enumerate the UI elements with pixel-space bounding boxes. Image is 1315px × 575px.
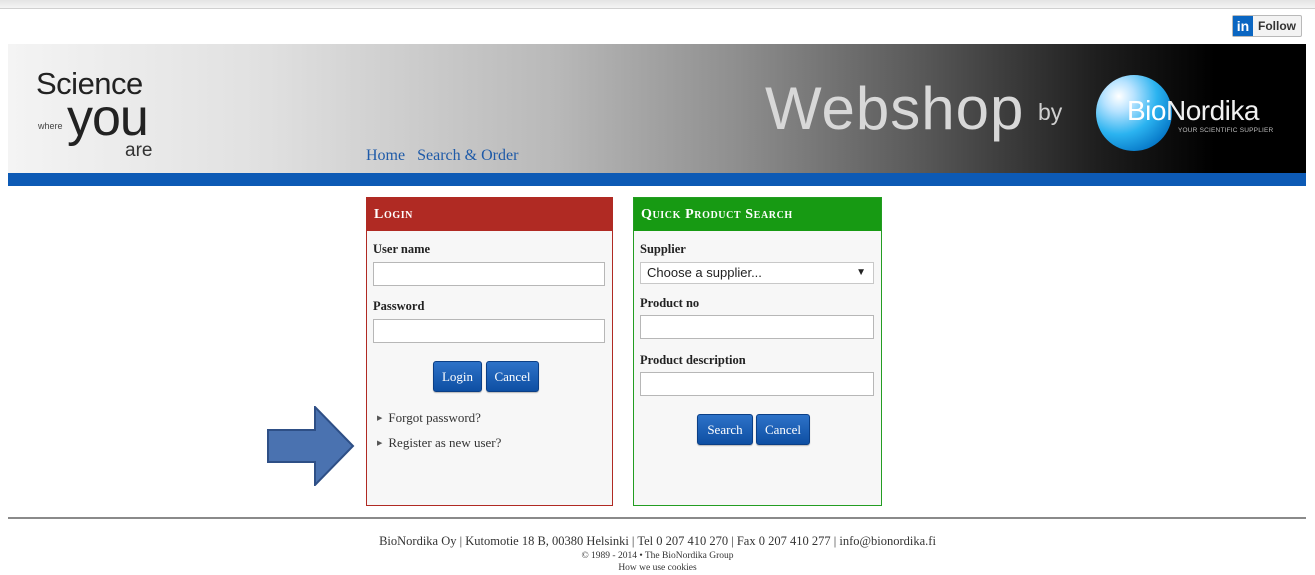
dropdown-arrow-icon: ▼	[856, 267, 866, 278]
product-no-label: Product no	[640, 296, 700, 310]
bullet-triangle-icon: ▶	[377, 414, 383, 422]
bullet-triangle-icon: ▶	[377, 439, 383, 447]
register-link[interactable]: ▶ Register as new user?	[377, 435, 501, 451]
header-accent-bar	[8, 173, 1306, 186]
forgot-password-link[interactable]: ▶ Forgot password?	[377, 410, 501, 426]
search-cancel-button[interactable]: Cancel	[756, 414, 810, 445]
tagline-you: you	[67, 89, 149, 147]
product-no-input[interactable]	[640, 315, 874, 339]
logo-nordika: Nordika	[1165, 95, 1259, 126]
footer-divider	[8, 517, 1306, 519]
by-text: by	[1038, 99, 1063, 125]
logo-bio: Bio	[1127, 95, 1166, 126]
footer-copyright: © 1989 - 2014 • The BioNordika Group	[581, 551, 734, 561]
quick-search-panel: Quick Product Search Supplier Choose a s…	[633, 197, 882, 506]
tagline-where: where	[38, 121, 63, 131]
register-text: Register as new user?	[388, 435, 502, 450]
password-label: Password	[373, 299, 425, 313]
main-nav: Home Search & Order	[366, 147, 518, 165]
login-panel: Login User name Password Login Cancel ▶ F…	[366, 197, 613, 506]
supplier-select[interactable]: Choose a supplier... ▼	[640, 262, 874, 284]
bionordika-logo-text: BioNordika	[1127, 95, 1259, 127]
login-panel-title: Login	[367, 198, 612, 231]
footer-contact: BioNordika Oy | Kutomotie 18 B, 00380 He…	[379, 534, 936, 548]
nav-search-order[interactable]: Search & Order	[417, 147, 518, 165]
webshop-title: Webshop	[765, 75, 1025, 142]
login-links: ▶ Forgot password? ▶ Register as new user?	[377, 410, 501, 460]
logo-tagline: YOUR SCIENTIFIC SUPPLIER	[1178, 127, 1274, 134]
product-description-label: Product description	[640, 353, 746, 367]
username-label: User name	[373, 242, 431, 256]
login-button[interactable]: Login	[433, 361, 482, 392]
quick-search-title: Quick Product Search	[634, 198, 881, 231]
supplier-selected-value: Choose a supplier...	[647, 265, 762, 280]
forgot-password-text: Forgot password?	[388, 410, 481, 425]
nav-home[interactable]: Home	[366, 147, 405, 165]
linkedin-icon: in	[1233, 16, 1253, 36]
right-arrow-icon	[267, 406, 355, 486]
product-description-input[interactable]	[640, 372, 874, 396]
password-input[interactable]	[373, 319, 605, 343]
follow-label: Follow	[1258, 19, 1296, 33]
username-input[interactable]	[373, 262, 605, 286]
footer-cookies-link[interactable]: How we use cookies	[0, 563, 1315, 573]
linkedin-follow-button[interactable]: in Follow	[1232, 15, 1302, 37]
supplier-label: Supplier	[640, 242, 686, 256]
tagline-are: are	[125, 140, 153, 161]
search-button[interactable]: Search	[697, 414, 753, 445]
browser-top-edge	[0, 0, 1315, 9]
login-cancel-button[interactable]: Cancel	[486, 361, 539, 392]
